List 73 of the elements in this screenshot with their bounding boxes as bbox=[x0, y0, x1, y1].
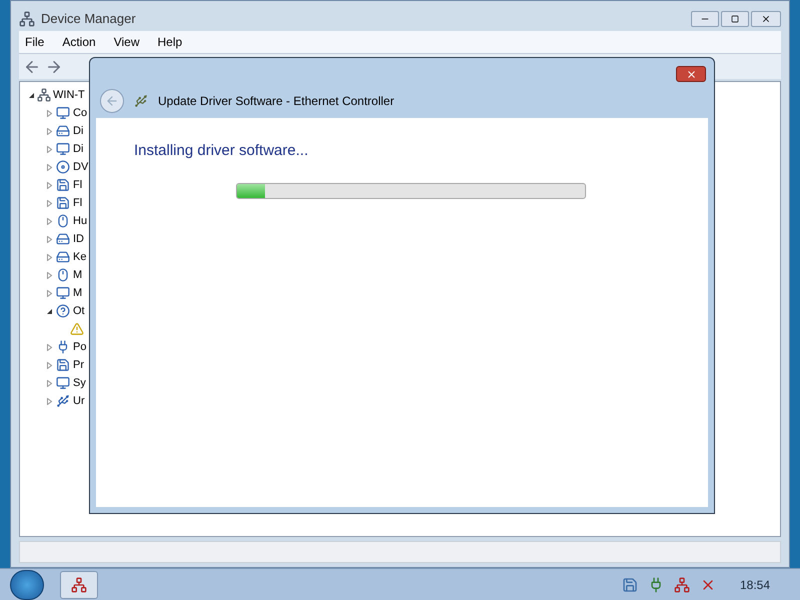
expand-arrow-icon[interactable] bbox=[46, 200, 53, 206]
floppy-icon bbox=[56, 196, 70, 210]
tree-item[interactable]: Ot bbox=[73, 302, 85, 320]
network-icon bbox=[19, 11, 35, 27]
tree-item[interactable]: Di bbox=[73, 122, 84, 140]
question-icon bbox=[56, 304, 70, 318]
close-icon bbox=[761, 14, 771, 24]
expand-arrow-icon[interactable] bbox=[46, 146, 53, 152]
floppy-icon bbox=[56, 178, 70, 192]
expand-arrow-icon[interactable] bbox=[46, 272, 53, 278]
expand-arrow-icon[interactable] bbox=[46, 128, 53, 134]
start-button[interactable] bbox=[10, 570, 44, 600]
drive-icon bbox=[56, 250, 70, 264]
menu-item[interactable]: Help bbox=[158, 33, 182, 51]
maximize-icon bbox=[731, 15, 739, 23]
expand-arrow-icon[interactable] bbox=[46, 254, 53, 260]
network-icon[interactable] bbox=[674, 576, 690, 592]
tree-item[interactable]: M bbox=[73, 266, 82, 284]
tree-item[interactable]: Ur bbox=[73, 392, 85, 410]
expand-arrow-icon[interactable] bbox=[46, 290, 53, 296]
menu-item[interactable]: Action bbox=[62, 33, 96, 51]
tree-item[interactable]: Hu bbox=[73, 212, 88, 230]
monitor-icon bbox=[56, 376, 70, 390]
device-icon bbox=[134, 94, 148, 108]
close-button[interactable] bbox=[676, 66, 706, 82]
usb-icon bbox=[56, 394, 70, 408]
taskbar-app-button[interactable] bbox=[60, 570, 98, 598]
expand-arrow-icon[interactable] bbox=[46, 164, 53, 170]
disc-icon bbox=[56, 160, 70, 174]
tree-item[interactable]: Co bbox=[73, 104, 88, 122]
expand-arrow-icon[interactable] bbox=[46, 398, 53, 404]
monitor-icon bbox=[56, 106, 70, 120]
expand-arrow-icon[interactable] bbox=[46, 182, 53, 188]
warning-icon[interactable] bbox=[70, 322, 84, 336]
expand-arrow-icon[interactable] bbox=[46, 362, 53, 368]
menu-item[interactable]: View bbox=[114, 33, 140, 51]
expand-arrow-icon[interactable] bbox=[46, 344, 53, 350]
tree-item[interactable]: M bbox=[73, 284, 82, 302]
mouse-icon bbox=[56, 214, 70, 228]
tree-item[interactable]: ID bbox=[73, 230, 84, 248]
tree-item[interactable]: Sy bbox=[73, 374, 86, 392]
drive-icon bbox=[56, 124, 70, 138]
tree-item[interactable]: Fl bbox=[73, 176, 82, 194]
close-icon bbox=[686, 68, 696, 80]
collapse-arrow-icon[interactable] bbox=[28, 92, 35, 98]
tree-item[interactable]: Di bbox=[73, 140, 84, 158]
tree-item[interactable]: Ke bbox=[73, 248, 86, 266]
clock[interactable]: 18:54 bbox=[740, 576, 770, 594]
expand-arrow-icon[interactable] bbox=[46, 110, 53, 116]
menu-item[interactable]: File bbox=[25, 33, 44, 51]
tree-item[interactable]: WIN-T bbox=[53, 86, 85, 104]
monitor-icon bbox=[56, 142, 70, 156]
dialog-title: Update Driver Software - Ethernet Controller bbox=[158, 93, 394, 110]
tree-item[interactable]: Po bbox=[73, 338, 86, 356]
monitor-icon bbox=[56, 286, 70, 300]
tree-item[interactable]: Fl bbox=[73, 194, 82, 212]
window-title: Device Manager bbox=[41, 10, 136, 28]
collapse-arrow-icon[interactable] bbox=[46, 308, 53, 314]
network-icon bbox=[71, 576, 87, 592]
floppy-icon bbox=[56, 358, 70, 372]
back-button[interactable] bbox=[100, 89, 124, 113]
expand-arrow-icon[interactable] bbox=[46, 236, 53, 242]
mouse-icon bbox=[56, 268, 70, 282]
expand-arrow-icon[interactable] bbox=[46, 218, 53, 224]
drive-icon bbox=[56, 232, 70, 246]
close-button[interactable] bbox=[751, 11, 781, 27]
dialog-heading: Installing driver software... bbox=[134, 141, 310, 161]
plug-icon bbox=[56, 340, 70, 354]
maximize-button[interactable] bbox=[721, 11, 749, 27]
tree-item[interactable]: DV bbox=[73, 158, 88, 176]
back-icon bbox=[105, 94, 119, 108]
tree-item[interactable]: Pr bbox=[73, 356, 84, 374]
expand-arrow-icon[interactable] bbox=[46, 380, 53, 386]
